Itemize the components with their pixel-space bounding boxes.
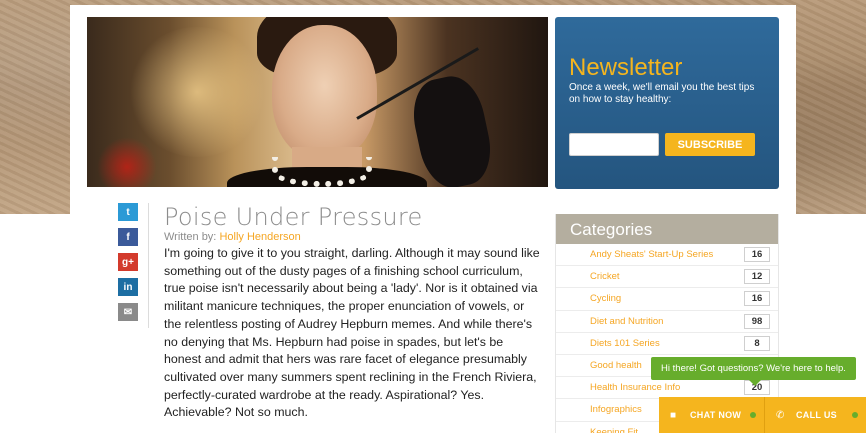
- category-link[interactable]: Infographics: [590, 404, 642, 415]
- subscribe-button[interactable]: SUBSCRIBE: [665, 133, 755, 156]
- newsletter-title: Newsletter: [569, 54, 683, 81]
- chat-now-label: CHAT NOW: [690, 410, 742, 420]
- call-us-button[interactable]: ✆ CALL US: [765, 397, 866, 433]
- online-status-dot: [852, 412, 858, 418]
- googleplus-share-button[interactable]: g+: [118, 253, 138, 271]
- category-link[interactable]: Cycling: [590, 293, 621, 304]
- phone-icon: ✆: [776, 409, 785, 421]
- hero-image: [87, 17, 548, 187]
- chat-tooltip: Hi there! Got questions? We're here to h…: [651, 357, 856, 386]
- linkedin-share-button[interactable]: in: [118, 278, 138, 296]
- twitter-icon: t: [126, 206, 130, 218]
- article-body: I'm going to give it to you straight, da…: [164, 246, 540, 420]
- category-row[interactable]: Diet and Nutrition 98: [556, 311, 778, 333]
- chat-bubble-icon: ■: [670, 409, 677, 421]
- newsletter-text: Once a week, we'll email you the best ti…: [569, 82, 755, 105]
- category-row[interactable]: Andy Sheats' Start-Up Series 16: [556, 244, 778, 267]
- category-row[interactable]: Health Insurance Info 20: [556, 377, 778, 400]
- category-link[interactable]: Good health: [590, 360, 642, 371]
- category-count-badge: 16: [744, 247, 770, 262]
- article-byline: Written by: Holly Henderson: [164, 231, 301, 243]
- email-share-button[interactable]: ✉: [118, 303, 138, 321]
- author-link[interactable]: Holly Henderson: [219, 231, 300, 243]
- byline-label: Written by:: [164, 231, 217, 243]
- newsletter-panel: Newsletter Once a week, we'll email you …: [555, 17, 779, 189]
- category-row[interactable]: Cycling 16: [556, 288, 778, 311]
- facebook-share-button[interactable]: f: [118, 228, 138, 246]
- online-status-dot: [750, 412, 756, 418]
- category-count-badge: 98: [744, 313, 770, 329]
- chat-now-button[interactable]: ■ CHAT NOW: [659, 397, 765, 433]
- call-us-label: CALL US: [796, 410, 837, 420]
- newsletter-email-input[interactable]: [569, 133, 659, 156]
- category-count-badge: 12: [744, 269, 770, 285]
- newsletter-form: SUBSCRIBE: [569, 133, 755, 156]
- categories-heading: Categories: [556, 214, 778, 244]
- twitter-share-button[interactable]: t: [118, 203, 138, 221]
- article-title: Poise Under Pressure: [164, 203, 423, 231]
- category-row[interactable]: Cricket 12: [556, 266, 778, 289]
- googleplus-icon: g+: [122, 256, 134, 268]
- chat-bar: ■ CHAT NOW ✆ CALL US: [659, 397, 866, 433]
- share-divider: [148, 203, 149, 328]
- category-link[interactable]: Diets 101 Series: [590, 338, 660, 349]
- share-bar: t f g+ in ✉: [118, 203, 150, 328]
- facebook-icon: f: [126, 231, 130, 243]
- category-link[interactable]: Diet and Nutrition: [590, 316, 663, 327]
- category-row[interactable]: Diets 101 Series 8: [556, 333, 778, 355]
- category-count-badge: 16: [744, 291, 770, 307]
- category-link[interactable]: Cricket: [590, 271, 620, 282]
- category-link[interactable]: Andy Sheats' Start-Up Series: [590, 249, 713, 260]
- category-link[interactable]: Keeping Fit: [590, 427, 638, 433]
- linkedin-icon: in: [123, 281, 133, 293]
- category-link[interactable]: Health Insurance Info: [590, 382, 680, 393]
- email-icon: ✉: [123, 306, 133, 318]
- category-count-badge: 8: [744, 335, 770, 351]
